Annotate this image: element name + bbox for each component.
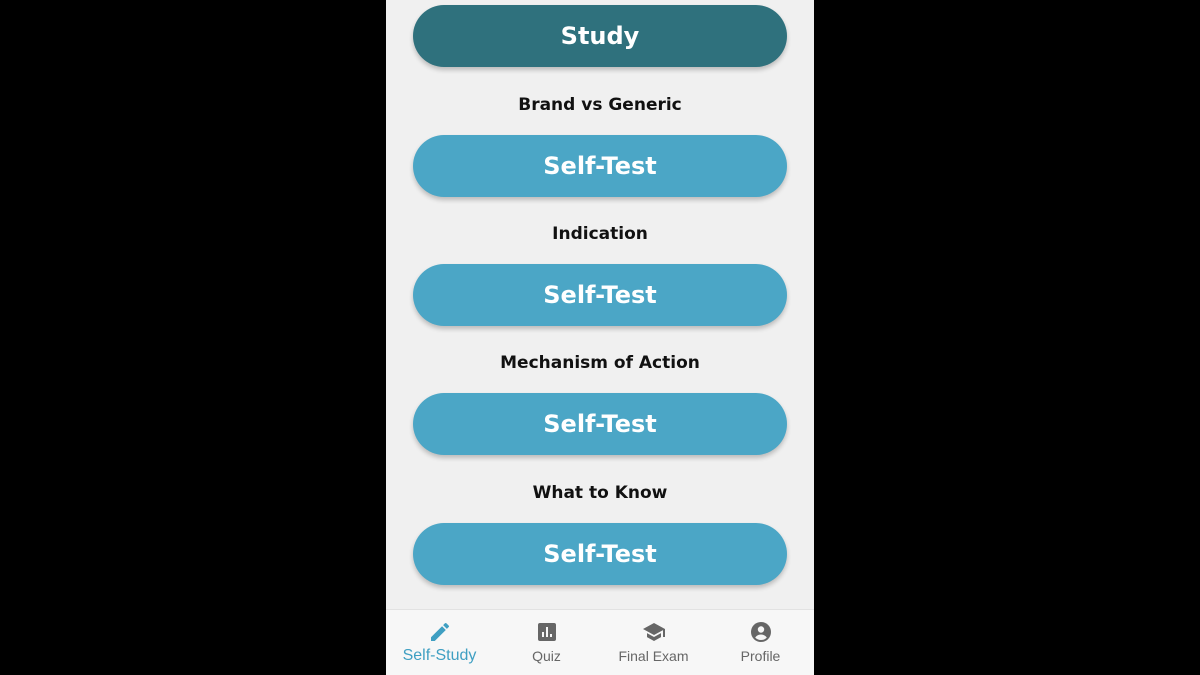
section-title-brand-vs-generic: Brand vs Generic [518,95,682,115]
tab-label: Final Exam [618,648,689,664]
section-title-what-to-know: What to Know [532,483,668,503]
app-screen: Study Brand vs Generic Self-Test Indicat… [386,0,814,675]
study-button[interactable]: Study [413,5,787,67]
self-test-button-indication[interactable]: Self-Test [413,264,787,326]
section-title-indication: Indication [552,224,648,244]
section-title-mechanism-of-action: Mechanism of Action [500,353,700,373]
tab-label: Profile [740,648,781,664]
self-test-button-what-to-know[interactable]: Self-Test [413,523,787,585]
bottom-tab-bar: Self-Study Quiz Final Exam Profile [386,609,814,675]
tab-label: Self-Study [402,647,477,664]
graduation-cap-icon [642,623,665,641]
user-circle-icon [750,622,771,642]
tab-self-study[interactable]: Self-Study [386,610,493,675]
study-content: Study Brand vs Generic Self-Test Indicat… [386,0,814,609]
tab-profile[interactable]: Profile [707,610,814,675]
pencil-icon [430,622,449,641]
bar-chart-icon [537,623,556,641]
self-test-button-mechanism-of-action[interactable]: Self-Test [413,393,787,455]
self-test-button-brand-vs-generic[interactable]: Self-Test [413,135,787,197]
tab-quiz[interactable]: Quiz [493,610,600,675]
tab-final-exam[interactable]: Final Exam [600,610,707,675]
tab-label: Quiz [532,648,561,664]
